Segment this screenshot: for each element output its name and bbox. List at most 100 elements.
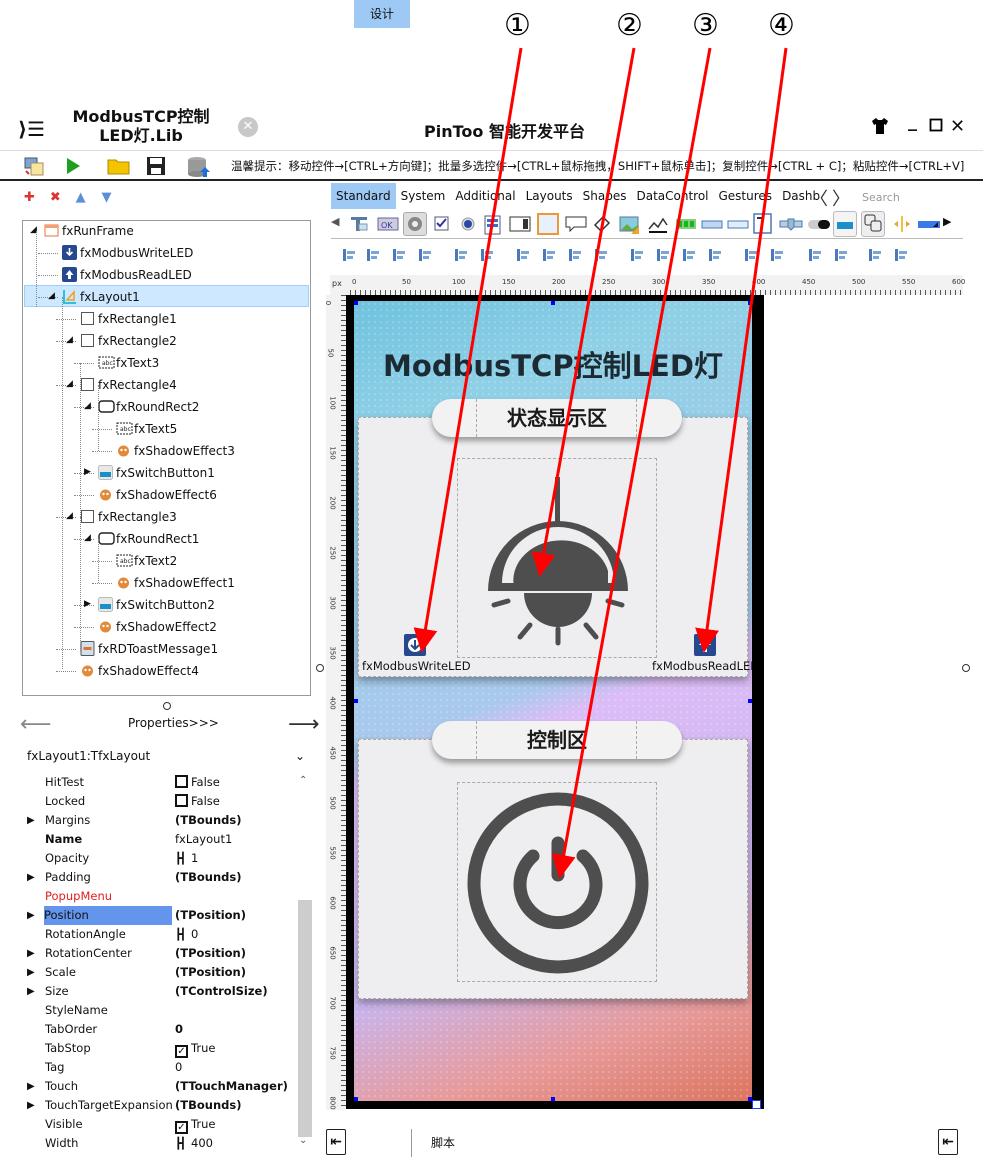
distribute-top-icon[interactable]: [629, 247, 645, 263]
splitter-handle-right[interactable]: [962, 664, 970, 672]
menu-icon[interactable]: ⟩☰: [18, 117, 45, 141]
tree-item[interactable]: fxShadowEffect1: [116, 573, 235, 593]
switch-button-component-icon[interactable]: [833, 211, 857, 237]
property-value[interactable]: ✓ True: [175, 1039, 215, 1058]
expanded-toggle-icon[interactable]: ◢: [48, 291, 55, 301]
design-form[interactable]: ModbusTCP控制LED灯 fxModbusWriteLED fxModbu…: [354, 301, 752, 1101]
combobox-component-icon[interactable]: [509, 215, 531, 233]
delete-node-icon[interactable]: ✖: [50, 190, 68, 206]
trackbar-component-icon[interactable]: [779, 215, 803, 233]
tree-item[interactable]: fxRectangle3: [80, 507, 177, 527]
property-row[interactable]: Locked False: [27, 792, 295, 811]
property-row[interactable]: Opacity ┣┫ 1: [27, 849, 295, 868]
status-card[interactable]: fxModbusWriteLED fxModbusReadLED: [358, 417, 752, 677]
property-value[interactable]: ┣┫ 1: [175, 849, 198, 868]
tree-item[interactable]: fxShadowEffect6: [98, 485, 217, 505]
property-row[interactable]: ▶ Position (TPosition): [27, 906, 295, 925]
palette-scroll-left-icon[interactable]: ◀: [331, 215, 351, 233]
expand-arrow-icon[interactable]: ▶: [27, 982, 35, 1001]
tree-item[interactable]: abc fxText3: [98, 353, 159, 373]
next-arrow-icon[interactable]: ⟶: [288, 712, 320, 737]
resize-handle[interactable]: [748, 699, 752, 703]
unchecked-checkbox-icon[interactable]: [175, 775, 188, 788]
corner-resize-handle[interactable]: [752, 1100, 761, 1109]
checkbox-component-icon[interactable]: [433, 215, 453, 233]
gauge-component-icon[interactable]: [917, 215, 940, 233]
expanded-toggle-icon[interactable]: ◢: [66, 379, 73, 389]
space-horizontal-icon[interactable]: [453, 247, 469, 263]
move-up-icon[interactable]: ▲: [76, 190, 94, 206]
edit-component-icon[interactable]: [727, 215, 749, 233]
align-right-icon[interactable]: [365, 247, 381, 263]
form-title[interactable]: ModbusTCP控制LED灯: [354, 343, 752, 385]
run-icon[interactable]: [62, 155, 84, 177]
dock-left-icon[interactable]: ⇤: [326, 1129, 346, 1155]
property-row[interactable]: ▶ Scale (TPosition): [27, 963, 295, 982]
resize-handle[interactable]: [354, 699, 358, 703]
button-component-icon[interactable]: OK: [377, 215, 399, 233]
checked-checkbox-icon[interactable]: ✓: [175, 1121, 188, 1134]
property-value[interactable]: False: [175, 792, 220, 811]
splitter-handle-left[interactable]: [316, 664, 324, 672]
spinbox-component-icon[interactable]: [701, 215, 723, 233]
distribute-center-icon[interactable]: [567, 247, 583, 263]
save-icon[interactable]: [145, 155, 167, 177]
collapsed-toggle-icon[interactable]: ▶: [84, 467, 91, 477]
skin-icon[interactable]: [870, 116, 890, 141]
spin-editor-icon[interactable]: ┣┫: [175, 925, 189, 944]
callout-component-icon[interactable]: [565, 215, 587, 233]
prev-arrow-icon[interactable]: ⟵: [20, 712, 52, 737]
expand-arrow-icon[interactable]: ▶: [27, 1096, 35, 1115]
tree-item[interactable]: fxModbusReadLED: [62, 265, 192, 285]
chart-component-icon[interactable]: [647, 215, 668, 233]
tree-item[interactable]: fxRectangle4: [80, 375, 177, 395]
palette-tab[interactable]: DataControl: [631, 183, 713, 209]
align-top-icon[interactable]: [391, 247, 407, 263]
listbox-component-icon[interactable]: [483, 215, 503, 235]
tree-item[interactable]: fxShadowEffect4: [80, 661, 199, 681]
property-row[interactable]: ▶ Size (TControlSize): [27, 982, 295, 1001]
palette-scroll-right-icon[interactable]: ▶: [943, 215, 963, 233]
resize-handle[interactable]: [551, 1097, 555, 1101]
tree-item[interactable]: abc fxText5: [116, 419, 177, 439]
path-component-icon[interactable]: [591, 215, 611, 233]
palette-tab[interactable]: System: [396, 183, 451, 209]
property-value[interactable]: (TBounds): [175, 1096, 241, 1115]
property-value[interactable]: (TPosition): [175, 944, 246, 963]
center-vertical-icon[interactable]: [593, 247, 609, 263]
tab-design[interactable]: 设计: [354, 0, 410, 28]
close-window-button[interactable]: ✕: [950, 116, 965, 137]
tab-script[interactable]: 脚本: [431, 1129, 455, 1157]
control-section-header[interactable]: 控制区: [432, 721, 682, 759]
fit-width-icon[interactable]: [807, 247, 823, 263]
property-value[interactable]: ✓ True: [175, 1115, 215, 1134]
database-upload-icon[interactable]: [186, 155, 210, 177]
modbus-read-component[interactable]: [694, 634, 716, 656]
tree-item[interactable]: fxShadowEffect3: [116, 441, 235, 461]
property-value[interactable]: fxLayout1: [175, 830, 232, 849]
property-value[interactable]: False: [175, 773, 220, 792]
expanded-toggle-icon[interactable]: ◢: [66, 511, 73, 521]
property-scrollbar[interactable]: ⌃ ⌄: [297, 773, 313, 1151]
distribute-middle-icon[interactable]: [681, 247, 697, 263]
open-folder-icon[interactable]: [107, 155, 130, 177]
properties-link[interactable]: Properties>>>: [128, 716, 219, 730]
led-switch-button[interactable]: [457, 458, 657, 658]
tree-item[interactable]: fxSwitchButton1: [98, 463, 215, 483]
property-row[interactable]: PopupMenu: [27, 887, 295, 906]
tree-item[interactable]: fxSwitchButton2: [98, 595, 215, 615]
palette-tab[interactable]: Standard: [331, 183, 396, 209]
tree-item[interactable]: fxRoundRect1: [98, 529, 199, 549]
close-file-button[interactable]: ✕: [238, 117, 258, 137]
panel-component-icon[interactable]: [537, 213, 559, 235]
resize-handle[interactable]: [354, 301, 358, 305]
splitter-component-icon[interactable]: [891, 215, 911, 233]
scroll-up-icon[interactable]: ⌃: [299, 775, 307, 786]
checked-checkbox-icon[interactable]: ✓: [175, 1045, 188, 1058]
tree-item[interactable]: fxShadowEffect2: [98, 617, 217, 637]
dock-right-icon[interactable]: ⇤: [938, 1129, 958, 1155]
align-row-icon[interactable]: [769, 247, 785, 263]
palette-tab[interactable]: Layouts: [521, 183, 578, 209]
resize-handle[interactable]: [748, 301, 752, 305]
splitter-handle[interactable]: [163, 702, 171, 710]
